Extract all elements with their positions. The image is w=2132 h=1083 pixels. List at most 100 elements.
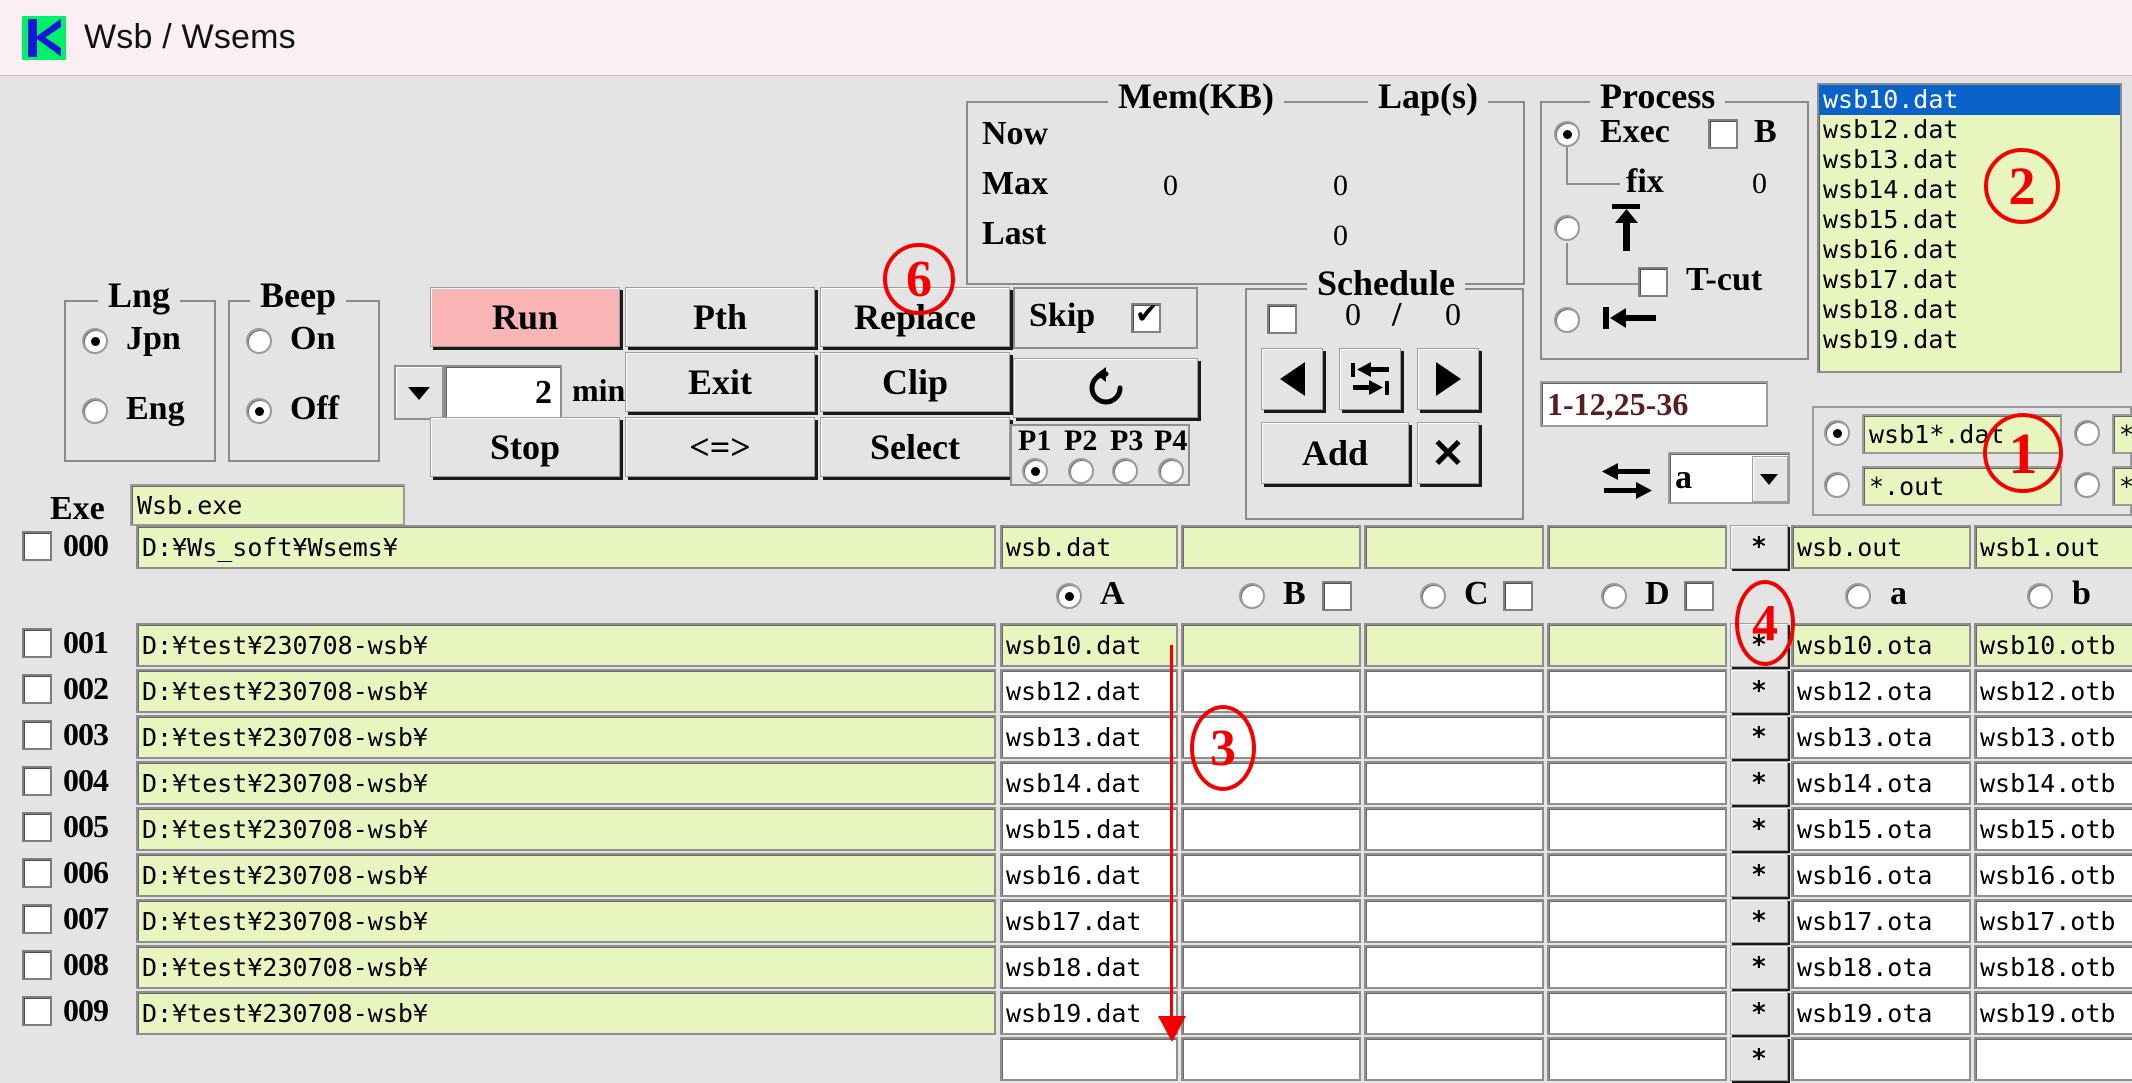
row-checkbox[interactable] [22,950,52,980]
row-col-d[interactable] [1547,945,1727,989]
row-path[interactable]: D:¥test¥230708-wsb¥ [136,761,996,805]
list-item[interactable]: wsb15.dat [1819,205,2120,235]
process-b-checkbox[interactable] [1708,119,1738,149]
row-path[interactable]: D:¥test¥230708-wsb¥ [136,669,996,713]
row-out-b[interactable]: wsb16.otb [1974,853,2132,897]
row-out-b[interactable] [1974,1037,2132,1081]
swap-arrows-icon[interactable] [1596,459,1658,503]
row-col-c[interactable] [1364,715,1544,759]
row-checkbox[interactable] [22,904,52,934]
row-col-b[interactable] [1181,991,1361,1035]
process-top-radio[interactable] [1554,215,1580,241]
row-out-a[interactable]: wsb19.ota [1791,991,1971,1035]
row-col-d[interactable] [1547,899,1727,943]
col-radio-out-b[interactable] [2027,583,2053,609]
filter-alt-radio-0[interactable] [2074,420,2100,446]
row-out-b[interactable]: wsb19.otb [1974,991,2132,1035]
row-path[interactable]: D:¥test¥230708-wsb¥ [136,853,996,897]
col-checkbox-c[interactable] [1503,581,1533,611]
filter-alt-pattern-0[interactable]: * [2112,414,2132,454]
row-path[interactable]: D:¥test¥230708-wsb¥ [136,945,996,989]
timer-value-input[interactable]: 2 [444,365,562,420]
row-checkbox[interactable] [22,720,52,750]
row-col-c[interactable] [1364,945,1544,989]
row-col-c[interactable] [1364,669,1544,713]
row-path[interactable]: D:¥test¥230708-wsb¥ [136,623,996,667]
row-star-button[interactable]: * [1730,945,1788,989]
process-tcut-checkbox[interactable] [1638,267,1668,297]
row-col-a[interactable]: wsb10.dat [1000,623,1178,667]
row-col-d[interactable] [1547,761,1727,805]
col-radio-b[interactable] [1239,583,1265,609]
schedule-add-button[interactable]: Add [1261,422,1409,484]
row-out-b[interactable]: wsb12.otb [1974,669,2132,713]
col-radio-c[interactable] [1420,583,1446,609]
row-out-a[interactable]: wsb18.ota [1791,945,1971,989]
row-star-button[interactable]: * [1730,991,1788,1035]
filter-radio-0[interactable] [1824,420,1850,446]
row-checkbox[interactable] [22,996,52,1026]
row-col-b[interactable] [1181,623,1361,667]
list-item[interactable]: wsb10.dat [1819,85,2120,115]
row-star-button[interactable]: * [1730,669,1788,713]
row-col-c[interactable] [1364,899,1544,943]
row-path[interactable]: D:¥test¥230708-wsb¥ [136,807,996,851]
row-out-b[interactable]: wsb13.otb [1974,715,2132,759]
filter-radio-1[interactable] [1824,472,1850,498]
pset-radio-p1[interactable] [1022,458,1048,484]
row-checkbox[interactable] [22,812,52,842]
row-col-a[interactable]: wsb13.dat [1000,715,1178,759]
row-col-c[interactable] [1364,761,1544,805]
list-item[interactable]: wsb17.dat [1819,265,2120,295]
schedule-enable-checkbox[interactable] [1267,304,1297,334]
table-row[interactable]: 005 D:¥test¥230708-wsb¥ wsb15.dat * wsb1… [0,807,2132,853]
row-col-a[interactable]: wsb19.dat [1000,991,1178,1035]
beep-radio-off[interactable] [246,398,272,424]
schedule-prev-button[interactable] [1261,348,1323,410]
row-col-c[interactable] [1364,525,1544,569]
filter-alt-pattern-1[interactable]: * [2112,466,2132,506]
row-col-c[interactable] [1364,807,1544,851]
row-checkbox[interactable] [22,531,52,561]
row-col-d[interactable] [1547,715,1727,759]
row-star-button[interactable]: * [1730,853,1788,897]
row-col-d[interactable] [1547,1037,1727,1081]
file-listbox[interactable]: wsb10.dat wsb12.dat wsb13.dat wsb14.dat … [1817,83,2122,373]
row-col-d[interactable] [1547,525,1727,569]
row-star-button[interactable]: * [1730,761,1788,805]
swap-button[interactable]: <=> [625,417,815,477]
skip-checkbox[interactable] [1131,298,1161,333]
row-col-b[interactable] [1181,1037,1361,1081]
row-col-b[interactable] [1181,525,1361,569]
col-radio-out-a[interactable] [1845,583,1871,609]
row-path[interactable]: D:¥test¥230708-wsb¥ [136,899,996,943]
row-star-button[interactable]: * [1730,807,1788,851]
row-star-button[interactable]: * [1730,715,1788,759]
list-item[interactable]: wsb19.dat [1819,325,2120,355]
row-col-d[interactable] [1547,623,1727,667]
chevron-down-icon[interactable] [1752,456,1788,502]
row-out-b[interactable]: wsb1.out [1974,525,2132,569]
list-item[interactable]: wsb16.dat [1819,235,2120,265]
row-out-b[interactable]: wsb18.otb [1974,945,2132,989]
process-exec-radio[interactable] [1554,121,1580,147]
row-checkbox[interactable] [22,766,52,796]
table-row[interactable]: 000 D:¥Ws_soft¥Wsems¥ wsb.dat * wsb.out … [0,525,2132,573]
list-item[interactable]: wsb14.dat [1819,175,2120,205]
row-path[interactable]: D:¥test¥230708-wsb¥ [136,991,996,1035]
table-row[interactable]: 009 D:¥test¥230708-wsb¥ wsb19.dat * wsb1… [0,991,2132,1037]
row-col-d[interactable] [1547,807,1727,851]
lng-radio-jpn[interactable] [82,328,108,354]
row-out-a[interactable]: wsb.out [1791,525,1971,569]
row-col-b[interactable] [1181,853,1361,897]
row-out-a[interactable] [1791,1037,1971,1081]
col-radio-a[interactable] [1056,583,1082,609]
filter-alt-radio-1[interactable] [2074,472,2100,498]
row-col-a[interactable]: wsb15.dat [1000,807,1178,851]
list-item[interactable]: wsb13.dat [1819,145,2120,175]
row-col-c[interactable] [1364,1037,1544,1081]
row-col-b[interactable] [1181,899,1361,943]
pset-radio-p2[interactable] [1068,458,1094,484]
table-row[interactable]: 001 D:¥test¥230708-wsb¥ wsb10.dat * wsb1… [0,623,2132,669]
row-out-b[interactable]: wsb17.otb [1974,899,2132,943]
